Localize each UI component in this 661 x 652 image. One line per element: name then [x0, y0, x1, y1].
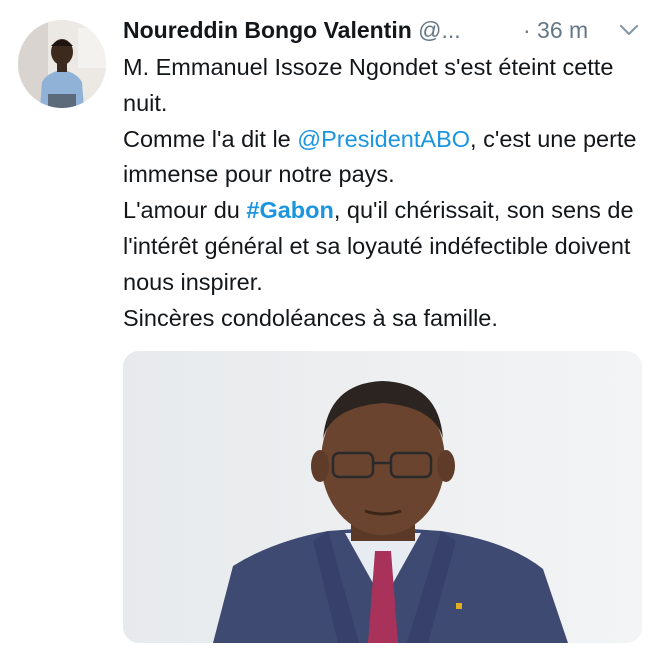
tweet-media[interactable] [123, 351, 642, 643]
author-name[interactable]: Noureddin Bongo Valentin [123, 17, 412, 43]
mention-link[interactable]: @PresidentABO [297, 126, 470, 152]
tweet-line-1: M. Emmanuel Issoze Ngondet s'est éteint … [123, 54, 614, 116]
tweet-text-segment: Comme l'a dit le [123, 125, 298, 152]
avatar[interactable] [18, 20, 106, 108]
tweet-header: Noureddin Bongo Valentin @... · 36 m [123, 14, 643, 46]
tweet-line-3: L'amour du #Gabon, qu'il chérissait, son… [123, 193, 653, 300]
chevron-down-icon[interactable] [618, 20, 640, 40]
avatar-photo [18, 20, 106, 108]
hashtag-link[interactable]: #Gabon [246, 197, 333, 223]
tweet-text: M. Emmanuel Issoze Ngondet s'est éteint … [123, 50, 653, 336]
tweet-line-2: Comme l'a dit le @PresidentABO, c'est un… [123, 122, 653, 194]
tweet-text-segment: L'amour du [123, 197, 247, 224]
media-photo [123, 351, 642, 643]
tweet-line-4: Sincères condoléances à sa famille. [123, 304, 498, 331]
tweet-time[interactable]: · 36 m [523, 14, 588, 46]
author-handle[interactable]: @... [418, 17, 461, 43]
